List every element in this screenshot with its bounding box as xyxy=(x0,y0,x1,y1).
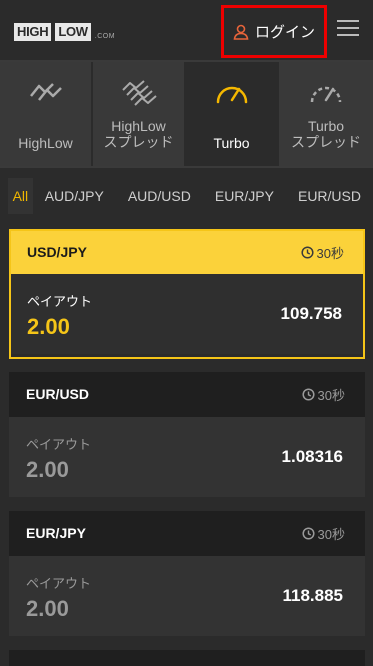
clock-icon xyxy=(301,388,315,401)
highlow-logo[interactable]: HIGH LOW .COM xyxy=(14,20,115,42)
asset-card-body: ペイアウト 2.00 109.758 xyxy=(11,274,363,354)
currency-tab-all[interactable]: All xyxy=(8,178,33,214)
asset-card-eurjpy[interactable]: EUR/JPY 30秒 ペイアウト 2.00 118.885 xyxy=(9,511,365,636)
login-label: ログイン xyxy=(254,24,315,41)
asset-card-body: ペイアウト 2.00 118.885 xyxy=(9,556,365,636)
mode-tab-highlow-spread[interactable]: HighLow スプレッド xyxy=(93,62,186,166)
asset-timer: 30秒 xyxy=(301,524,345,543)
asset-pair: EUR/USD xyxy=(26,386,90,402)
payout-label: ペイアウト xyxy=(26,437,92,452)
mode-label-highlow: HighLow xyxy=(18,135,73,151)
asset-rate: 118.885 xyxy=(282,586,343,605)
mode-label-highlow-spread: HighLow スプレッド xyxy=(103,118,174,150)
timer-label: 30秒 xyxy=(317,527,345,542)
asset-card-header: EUR/JPY 30秒 xyxy=(9,511,365,556)
asset-card-eurusd[interactable]: EUR/USD 30秒 ペイアウト 2.00 1.08316 xyxy=(9,372,365,497)
payout-value: 2.00 xyxy=(26,457,69,482)
login-button[interactable]: ログイン xyxy=(221,5,327,58)
clock-icon xyxy=(301,527,315,540)
currency-tab-audusd[interactable]: AUD/USD xyxy=(115,178,203,214)
mode-tab-turbo[interactable]: Turbo xyxy=(186,62,279,166)
payout-label: ペイアウト xyxy=(26,576,92,591)
timer-label: 30秒 xyxy=(316,246,344,261)
currency-filter-tabs: All AUD/JPY AUD/USD EUR/JPY EUR/USD xyxy=(0,178,373,214)
mode-tab-turbo-spread[interactable]: Turbo スプレッド xyxy=(279,62,373,166)
hamburger-menu-icon[interactable] xyxy=(337,20,359,38)
asset-card-body: ペイアウト 2.00 1.08316 xyxy=(9,417,365,497)
turbo-spread-gauge-icon xyxy=(310,86,342,103)
asset-rate: 1.08316 xyxy=(281,447,343,466)
timer-label: 30秒 xyxy=(317,388,345,403)
mode-label-turbo: Turbo xyxy=(213,135,250,151)
logo-com-text: .COM xyxy=(94,33,116,40)
payout-value: 2.00 xyxy=(26,596,69,621)
payout-label: ペイアウト xyxy=(27,294,93,309)
asset-card-header: EUR/USD 30秒 xyxy=(9,372,365,417)
asset-rate: 109.758 xyxy=(280,304,342,323)
turbo-gauge-icon xyxy=(216,86,247,104)
asset-card-header xyxy=(9,650,365,666)
mode-label-turbo-spread: Turbo スプレッド xyxy=(291,118,361,150)
payout-value: 2.00 xyxy=(27,314,70,339)
asset-card-header: USD/JPY 30秒 xyxy=(11,231,363,274)
header: HIGH LOW .COM ログイン xyxy=(0,0,373,60)
clock-icon xyxy=(300,246,314,259)
currency-tab-audjpy[interactable]: AUD/JPY xyxy=(32,178,116,214)
asset-pair: USD/JPY xyxy=(27,244,87,260)
mode-tab-highlow[interactable]: HighLow xyxy=(0,62,93,166)
currency-tab-eurjpy[interactable]: EUR/JPY xyxy=(202,178,286,214)
logo-high-text: HIGH xyxy=(14,23,52,41)
asset-pair: EUR/JPY xyxy=(26,525,86,541)
asset-card-usdjpy[interactable]: USD/JPY 30秒 ペイアウト 2.00 109.758 xyxy=(9,229,365,359)
asset-timer: 30秒 xyxy=(301,385,345,404)
currency-tab-eurusd[interactable]: EUR/USD xyxy=(285,178,373,214)
user-icon xyxy=(233,24,249,40)
trade-mode-tabs: HighLow HighLow スプレッド Turbo Turbo スプレッド xyxy=(0,60,373,168)
asset-card-partial[interactable] xyxy=(9,650,365,666)
logo-low-text: LOW xyxy=(55,23,91,41)
asset-timer: 30秒 xyxy=(300,243,344,262)
highlow-icon xyxy=(29,83,62,101)
highlow-spread-icon xyxy=(121,80,157,106)
